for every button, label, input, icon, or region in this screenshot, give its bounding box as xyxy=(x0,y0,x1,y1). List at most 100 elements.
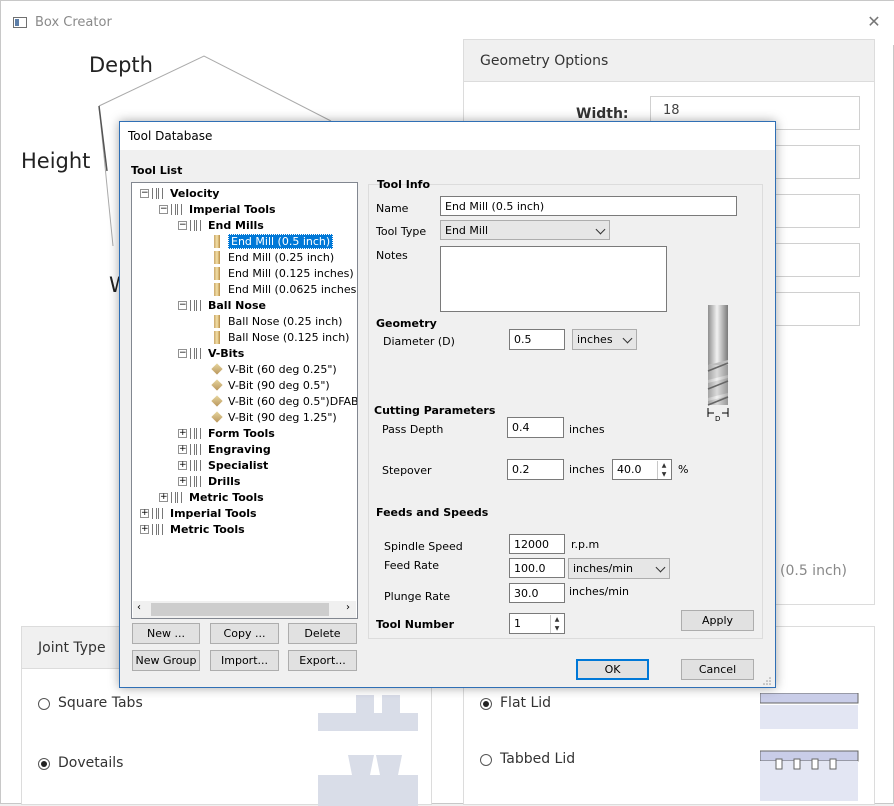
collapse-icon[interactable]: − xyxy=(178,300,187,310)
chevron-down-icon xyxy=(655,562,666,573)
cancel-button[interactable]: Cancel xyxy=(681,659,754,680)
tool-type-select[interactable]: End Mill xyxy=(440,220,610,240)
tool-group-icon xyxy=(190,427,204,440)
new-group-button[interactable]: New Group xyxy=(132,650,200,671)
tree-item-engraving[interactable]: + Engraving xyxy=(178,441,271,457)
app-icon xyxy=(13,17,27,28)
tree-item-imperial-tools-root[interactable]: + Imperial Tools xyxy=(140,505,257,521)
close-icon[interactable]: ✕ xyxy=(863,11,885,33)
tree-item-form-tools[interactable]: + Form Tools xyxy=(178,425,275,441)
tree-item-end-mill-0-25[interactable]: End Mill (0.25 inch) xyxy=(210,249,334,265)
tree-item-label: V-Bit (60 deg 0.25") xyxy=(228,362,337,376)
tree-item-vbit-60-05-dfab1[interactable]: V-Bit (60 deg 0.5")DFAB1 xyxy=(210,393,357,409)
notes-label: Notes xyxy=(376,249,408,262)
collapse-icon[interactable]: − xyxy=(140,188,149,198)
tabbed-lid-preview xyxy=(760,750,859,801)
diameter-input[interactable]: 0.5 xyxy=(509,329,565,350)
spin-up-icon[interactable]: ▲ xyxy=(658,461,670,470)
feed-rate-units-select[interactable]: inches/min xyxy=(568,558,670,579)
pass-depth-label: Pass Depth xyxy=(382,423,444,436)
tree-item-vbit-90-05[interactable]: V-Bit (90 deg 0.5") xyxy=(210,377,330,393)
tree-item-ball-nose-0-125[interactable]: Ball Nose (0.125 inch) xyxy=(210,329,349,345)
copy-tool-button[interactable]: Copy ... xyxy=(210,623,279,644)
tree-item-end-mill-0-5[interactable]: End Mill (0.5 inch) xyxy=(210,233,334,249)
tool-name-input[interactable]: End Mill (0.5 inch) xyxy=(440,196,737,216)
tool-number-value: 1 xyxy=(514,617,521,630)
dovetails-label: Dovetails xyxy=(58,755,124,771)
collapse-icon[interactable]: − xyxy=(159,204,168,214)
flat-lid-radio[interactable] xyxy=(480,698,492,710)
width-field-label: Width: xyxy=(576,106,629,122)
spindle-speed-input[interactable]: 12000 xyxy=(509,534,565,554)
tree-item-vbit-90-125[interactable]: V-Bit (90 deg 1.25") xyxy=(210,409,337,425)
end-mill-illustration xyxy=(707,305,729,417)
spindle-speed-label: Spindle Speed xyxy=(384,540,463,553)
tree-item-label: End Mill (0.125 inches) xyxy=(228,266,354,280)
tool-tree[interactable]: − Velocity − Imperial Tools − End Mills End… xyxy=(131,182,358,619)
geometry-options-header: Geometry Options xyxy=(464,40,874,82)
spin-arrows[interactable]: ▲ ▼ xyxy=(657,461,670,479)
tree-item-metric-tools-velocity[interactable]: + Metric Tools xyxy=(159,489,264,505)
tabbed-lid-radio[interactable] xyxy=(480,754,492,766)
tree-item-vbit-60-025[interactable]: V-Bit (60 deg 0.25") xyxy=(210,361,337,377)
tool-type-value: End Mill xyxy=(445,224,489,237)
import-button[interactable]: Import... xyxy=(210,650,279,671)
tree-item-specialist[interactable]: + Specialist xyxy=(178,457,268,473)
tool-number-spinbox[interactable]: 1 ▲ ▼ xyxy=(509,613,565,634)
tree-item-velocity[interactable]: − Velocity xyxy=(140,185,219,201)
plunge-rate-label: Plunge Rate xyxy=(384,590,451,603)
notes-textarea[interactable] xyxy=(440,246,667,312)
tool-group-icon xyxy=(190,475,204,488)
tree-item-metric-tools-root[interactable]: + Metric Tools xyxy=(140,521,245,537)
pass-depth-input[interactable]: 0.4 xyxy=(507,417,564,438)
spin-up-icon[interactable]: ▲ xyxy=(551,615,563,624)
collapse-icon[interactable]: − xyxy=(178,220,187,230)
resize-grip-icon[interactable] xyxy=(762,676,772,686)
spin-arrows[interactable]: ▲ ▼ xyxy=(550,615,563,633)
expand-icon[interactable]: + xyxy=(140,508,149,518)
new-tool-button[interactable]: New ... xyxy=(132,623,200,644)
geometry-header: Geometry xyxy=(376,317,437,330)
tree-horizontal-scrollbar[interactable]: ‹ › xyxy=(133,601,356,618)
tree-item-label: Specialist xyxy=(208,458,269,472)
tree-item-drills[interactable]: + Drills xyxy=(178,473,240,489)
scrollbar-thumb[interactable] xyxy=(151,603,329,616)
export-button[interactable]: Export... xyxy=(288,650,357,671)
apply-button[interactable]: Apply xyxy=(681,610,754,631)
spin-down-icon[interactable]: ▼ xyxy=(551,624,563,633)
expand-icon[interactable]: + xyxy=(178,428,187,438)
stepover-percent-value: 40.0 xyxy=(617,463,642,476)
tool-group-icon xyxy=(171,491,185,504)
v-bit-icon xyxy=(211,363,223,375)
expand-icon[interactable]: + xyxy=(140,524,149,534)
tree-item-ball-nose-0-25[interactable]: Ball Nose (0.25 inch) xyxy=(210,313,342,329)
diameter-units-select[interactable]: inches xyxy=(572,329,637,350)
expand-icon[interactable]: + xyxy=(178,444,187,454)
tree-item-v-bits[interactable]: − V-Bits xyxy=(178,345,244,361)
tree-item-end-mills[interactable]: − End Mills xyxy=(178,217,264,233)
expand-icon[interactable]: + xyxy=(178,460,187,470)
scroll-right-icon[interactable]: › xyxy=(346,602,350,613)
dovetails-radio[interactable] xyxy=(38,758,50,770)
feeds-speeds-header: Feeds and Speeds xyxy=(376,506,489,519)
square-tabs-radio[interactable] xyxy=(38,698,50,710)
expand-icon[interactable]: + xyxy=(159,492,168,502)
feed-rate-input[interactable]: 100.0 xyxy=(509,558,565,578)
tree-item-label: Engraving xyxy=(208,442,271,456)
stepover-percent-spinbox[interactable]: 40.0 ▲ ▼ xyxy=(612,459,672,480)
tree-item-ball-nose[interactable]: − Ball Nose xyxy=(178,297,266,313)
spin-down-icon[interactable]: ▼ xyxy=(658,470,670,479)
spindle-speed-unit: r.p.m xyxy=(571,538,600,551)
ok-button[interactable]: OK xyxy=(576,659,649,680)
stepover-input[interactable]: 0.2 xyxy=(507,459,564,480)
flat-lid-label: Flat Lid xyxy=(500,695,552,711)
dialog-title-bar: Tool Database xyxy=(120,122,775,150)
scroll-left-icon[interactable]: ‹ xyxy=(137,602,141,613)
expand-icon[interactable]: + xyxy=(178,476,187,486)
plunge-rate-input[interactable]: 30.0 xyxy=(509,583,565,603)
delete-tool-button[interactable]: Delete xyxy=(288,623,357,644)
tree-item-end-mill-0-0625[interactable]: End Mill (0.0625 inches) xyxy=(210,281,357,297)
collapse-icon[interactable]: − xyxy=(178,348,187,358)
tree-item-imperial-tools[interactable]: − Imperial Tools xyxy=(159,201,276,217)
tree-item-end-mill-0-125[interactable]: End Mill (0.125 inches) xyxy=(210,265,354,281)
